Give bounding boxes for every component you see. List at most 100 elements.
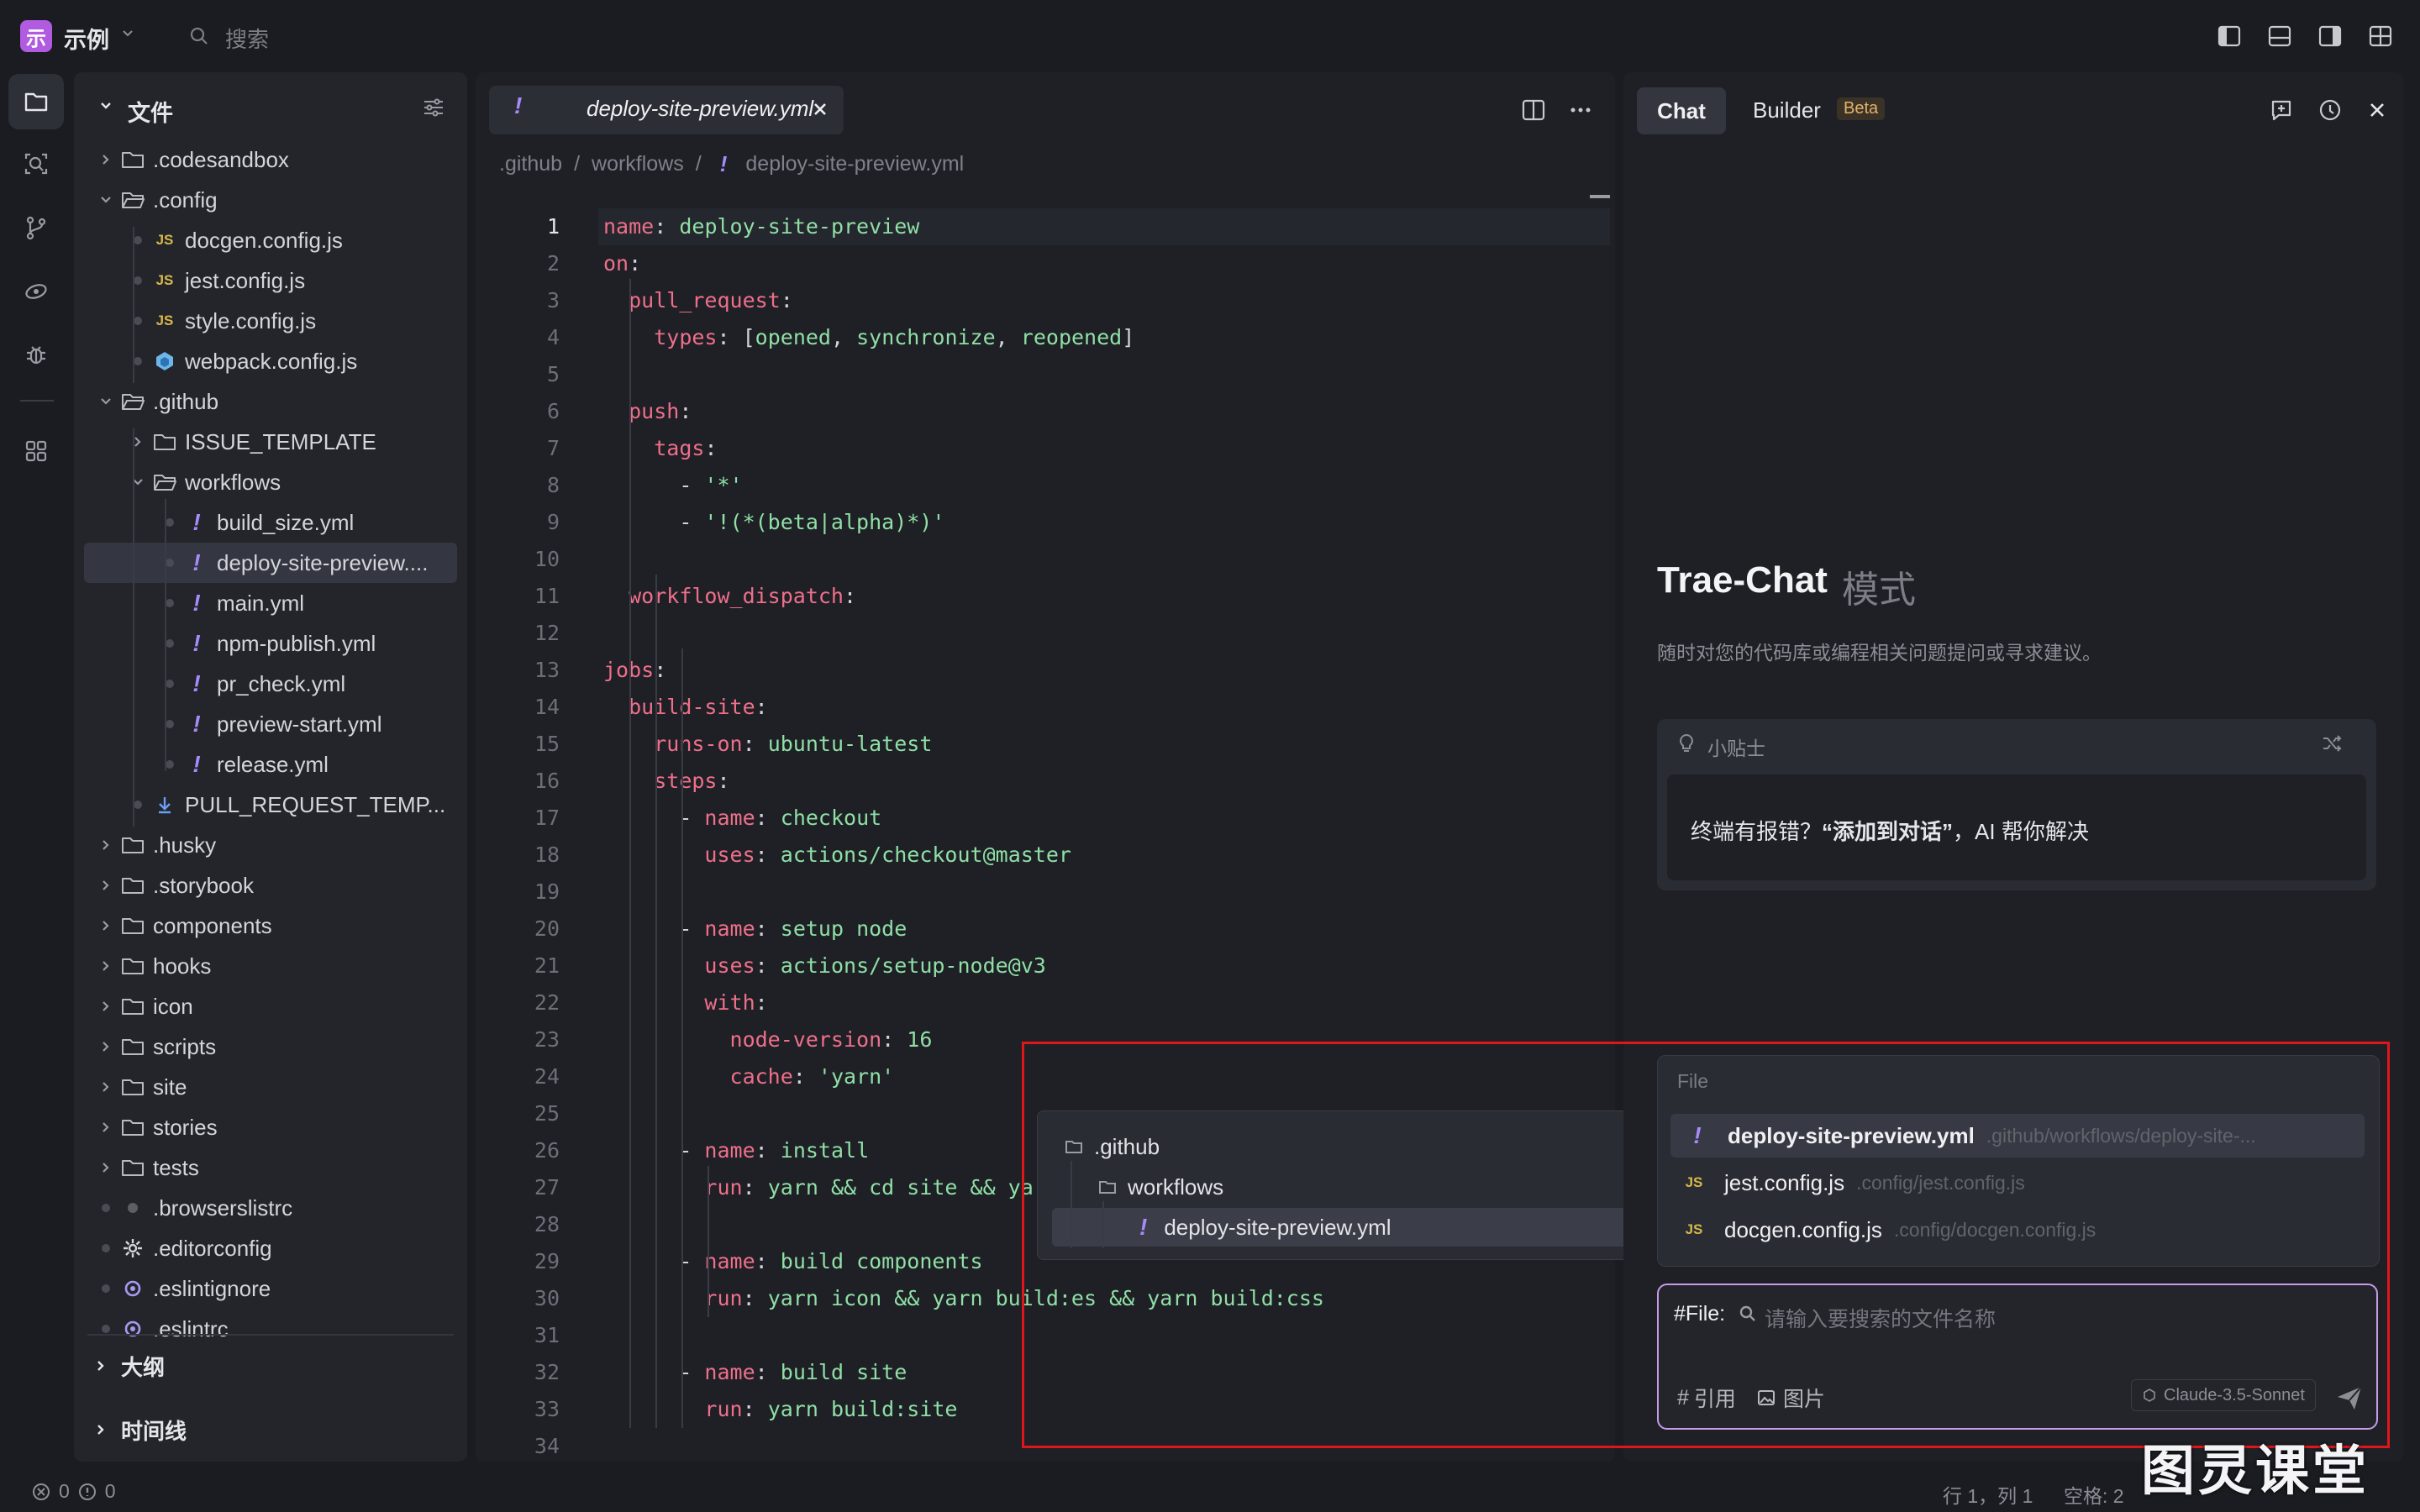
code-line[interactable]: uses: actions/setup-node@v3 bbox=[603, 948, 1045, 984]
tree-item[interactable]: ! preview-start.yml bbox=[84, 704, 457, 744]
breadcrumb-item[interactable]: .github bbox=[499, 152, 562, 176]
chevron-right-icon[interactable] bbox=[94, 833, 118, 857]
remote-explorer-icon[interactable] bbox=[8, 264, 64, 319]
chevron-down-icon[interactable] bbox=[97, 97, 114, 114]
breadcrumb-item[interactable]: workflows bbox=[592, 152, 684, 176]
problems-indicator[interactable]: 0 0 bbox=[32, 1480, 116, 1503]
close-icon[interactable] bbox=[2366, 99, 2388, 121]
search-panel-icon[interactable] bbox=[8, 136, 64, 192]
explorer-title[interactable]: 文件 bbox=[128, 95, 173, 128]
tree-item[interactable]: .editorconfig bbox=[84, 1228, 457, 1268]
debug-icon[interactable] bbox=[8, 328, 64, 383]
chevron-right-icon[interactable] bbox=[94, 874, 118, 897]
tree-item[interactable]: .codesandbox bbox=[84, 139, 457, 180]
code-line[interactable]: runs-on: ubuntu-latest bbox=[603, 726, 932, 763]
filter-settings-icon[interactable] bbox=[422, 96, 445, 119]
code-line[interactable]: with: bbox=[603, 984, 767, 1021]
chevron-right-icon[interactable] bbox=[94, 1035, 118, 1058]
workspace-name[interactable]: 示例 bbox=[64, 22, 109, 55]
code-line[interactable]: - '*' bbox=[603, 467, 742, 504]
tree-item[interactable]: .storybook bbox=[84, 865, 457, 906]
tree-item[interactable]: JS docgen.config.js bbox=[84, 220, 457, 260]
code-line[interactable]: workflow_dispatch: bbox=[603, 578, 856, 615]
code-line[interactable]: on: bbox=[603, 245, 641, 282]
code-line[interactable]: name: deploy-site-preview bbox=[603, 208, 919, 245]
cursor-position[interactable]: 行 1，列 1 bbox=[1943, 1480, 2033, 1509]
source-control-icon[interactable] bbox=[8, 200, 64, 255]
tree-item[interactable]: ! build_size.yml bbox=[84, 502, 457, 543]
tree-item[interactable]: webpack.config.js bbox=[84, 341, 457, 381]
code-line[interactable]: types: [opened, synchronize, reopened] bbox=[603, 319, 1134, 356]
tab-builder[interactable]: Builder bbox=[1753, 97, 1821, 123]
chevron-right-icon[interactable] bbox=[94, 954, 118, 978]
code-line[interactable]: - name: build site bbox=[603, 1354, 907, 1391]
tree-item[interactable]: stories bbox=[84, 1107, 457, 1147]
history-icon[interactable] bbox=[2317, 97, 2343, 123]
chevron-right-icon[interactable] bbox=[94, 148, 118, 171]
split-editor-icon[interactable] bbox=[1521, 97, 1546, 123]
search-icon[interactable] bbox=[188, 25, 210, 47]
code-line[interactable]: - name: build components bbox=[603, 1243, 982, 1280]
tree-item[interactable]: icon bbox=[84, 986, 457, 1026]
tree-item[interactable]: workflows bbox=[84, 462, 457, 502]
tree-item[interactable]: .husky bbox=[84, 825, 457, 865]
grid-layout-icon[interactable] bbox=[2368, 24, 2393, 49]
code-line[interactable]: cache: 'yarn' bbox=[603, 1058, 895, 1095]
code-line[interactable]: tags: bbox=[603, 430, 717, 467]
breadcrumb-item[interactable]: deploy-site-preview.yml bbox=[745, 152, 964, 176]
toggle-left-panel-icon[interactable] bbox=[2217, 24, 2242, 49]
new-chat-icon[interactable] bbox=[2269, 97, 2294, 123]
tree-item[interactable]: ISSUE_TEMPLATE bbox=[84, 422, 457, 462]
code-line[interactable]: - '!(*(beta|alpha)*)' bbox=[603, 504, 944, 541]
chevron-right-icon[interactable] bbox=[126, 430, 150, 454]
more-actions-icon[interactable] bbox=[1568, 97, 1593, 123]
explorer-icon[interactable] bbox=[8, 74, 64, 129]
tree-item[interactable]: PULL_REQUEST_TEMP... bbox=[84, 785, 457, 825]
code-line[interactable]: run: yarn && cd site && yarn bbox=[603, 1169, 1058, 1206]
code-line[interactable]: - name: setup node bbox=[603, 911, 907, 948]
code-line[interactable]: - name: checkout bbox=[603, 800, 881, 837]
tree-item[interactable]: JS style.config.js bbox=[84, 301, 457, 341]
chevron-right-icon[interactable] bbox=[94, 914, 118, 937]
chevron-down-icon[interactable] bbox=[126, 470, 150, 494]
tree-item[interactable]: .github bbox=[84, 381, 457, 422]
code-line[interactable]: uses: actions/checkout@master bbox=[603, 837, 1071, 874]
tree-item[interactable]: .browserslistrc bbox=[84, 1188, 457, 1228]
tree-item[interactable]: ! deploy-site-preview.... bbox=[84, 543, 457, 583]
shuffle-icon[interactable] bbox=[2321, 732, 2343, 754]
code-line[interactable]: build-site: bbox=[603, 689, 768, 726]
extensions-icon[interactable] bbox=[8, 423, 64, 479]
tree-item[interactable]: tests bbox=[84, 1147, 457, 1188]
chevron-down-icon[interactable] bbox=[94, 390, 118, 413]
chevron-right-icon[interactable] bbox=[94, 1075, 118, 1099]
tree-item[interactable]: .config bbox=[84, 180, 457, 220]
tree-item[interactable]: site bbox=[84, 1067, 457, 1107]
outline-section[interactable]: 大纲 bbox=[92, 1347, 165, 1384]
code-line[interactable]: - name: install bbox=[603, 1132, 869, 1169]
close-icon[interactable] bbox=[810, 99, 830, 119]
tree-item[interactable]: ! npm-publish.yml bbox=[84, 623, 457, 664]
chevron-down-icon[interactable] bbox=[119, 25, 136, 42]
code-line[interactable]: steps: bbox=[603, 763, 729, 800]
timeline-section[interactable]: 时间线 bbox=[92, 1411, 187, 1448]
chevron-right-icon[interactable] bbox=[94, 995, 118, 1018]
tree-item[interactable]: ! pr_check.yml bbox=[84, 664, 457, 704]
tree-item[interactable]: JS jest.config.js bbox=[84, 260, 457, 301]
indentation-setting[interactable]: 空格: 2 bbox=[2064, 1480, 2124, 1509]
tree-item[interactable]: .eslintrc bbox=[84, 1309, 457, 1349]
search-input[interactable]: 搜索 bbox=[225, 23, 269, 54]
code-line[interactable]: push: bbox=[603, 393, 692, 430]
tree-item[interactable]: scripts bbox=[84, 1026, 457, 1067]
chevron-down-icon[interactable] bbox=[94, 188, 118, 212]
workspace-logo[interactable]: 示 bbox=[20, 20, 52, 52]
tree-item[interactable]: components bbox=[84, 906, 457, 946]
code-line[interactable]: pull_request: bbox=[603, 282, 793, 319]
tab-chat[interactable]: Chat bbox=[1637, 87, 1726, 134]
tree-item[interactable]: hooks bbox=[84, 946, 457, 986]
scrollbar-marker[interactable] bbox=[1590, 195, 1610, 198]
chevron-right-icon[interactable] bbox=[94, 1156, 118, 1179]
chevron-right-icon[interactable] bbox=[94, 1116, 118, 1139]
tree-item[interactable]: ! release.yml bbox=[84, 744, 457, 785]
toggle-right-panel-icon[interactable] bbox=[2317, 24, 2343, 49]
tree-item[interactable]: .eslintignore bbox=[84, 1268, 457, 1309]
